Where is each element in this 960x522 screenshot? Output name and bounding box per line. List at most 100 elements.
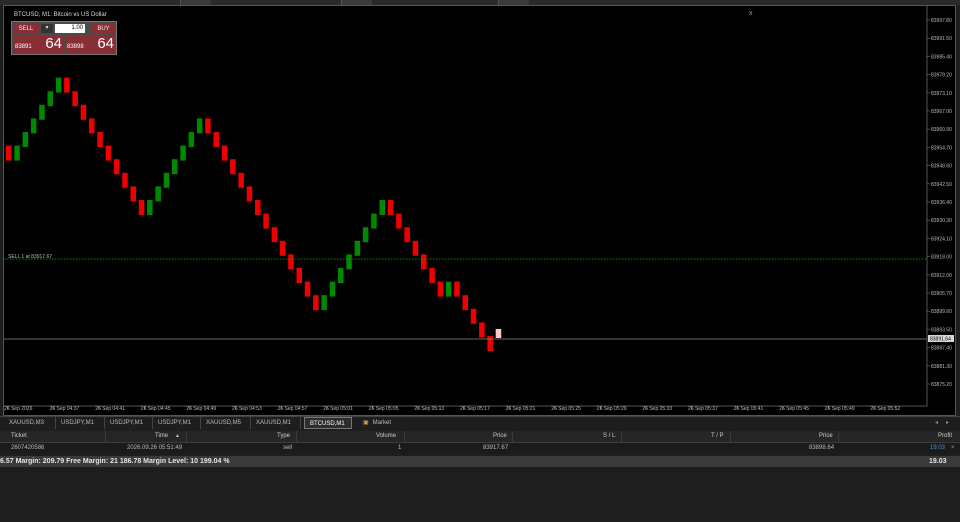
time-tick-label: 26 Sep 04:49 [186, 406, 217, 412]
margin-summary: 6.57 Margin: 209.79 Free Margin: 21 186.… [0, 458, 230, 465]
renko-brick-down [429, 268, 435, 283]
tab-xauusd-m5[interactable]: XAUUSD,M5 [201, 417, 251, 429]
buy-price-button[interactable]: 83898 64 [65, 35, 116, 54]
sell-price-prefix: 83891 [15, 44, 32, 50]
renko-brick-up [14, 145, 20, 161]
table-row[interactable]: 2607420586 2026.09.26 05:51:49 sell 1 83… [0, 443, 960, 454]
sell-price-button[interactable]: 83891 64 [13, 35, 64, 54]
time-tick-label: 26 Sep 05:52 [870, 406, 901, 412]
renko-brick-down [246, 186, 253, 202]
renko-brick-down [421, 254, 427, 270]
col-type[interactable]: Type [277, 431, 290, 442]
renko-brick-up [338, 268, 344, 283]
renko-brick-up [329, 281, 336, 297]
price-tick-label: 83979.20 [931, 73, 952, 79]
price-tick-label: 83985.40 [931, 54, 952, 60]
buy-button[interactable]: BUY [91, 23, 116, 34]
price-tick-label: 83924.10 [931, 236, 952, 242]
renko-brick-down [279, 240, 286, 256]
col-ticket[interactable]: Ticket [11, 431, 27, 442]
sell-order-level-label: SELL 1 at 83917.67 [8, 254, 52, 260]
renko-brick-up [346, 254, 352, 270]
col-take-profit[interactable]: T / P [711, 431, 724, 442]
tab-usdjpy-m1[interactable]: USDJPY,M1 [153, 417, 201, 429]
tab-usdjpy-m1[interactable]: USDJPY,M1 [56, 417, 105, 429]
time-tick-label: 26 Sep 05:05 [368, 406, 399, 412]
renko-brick-up [371, 213, 377, 229]
renko-brick-down [412, 240, 419, 256]
price-tick-label: 83942.50 [931, 182, 952, 188]
price-tick-label: 83967.00 [931, 109, 952, 115]
renko-brick-up [155, 186, 161, 202]
toolbox-trade: Ticket Time ▲ Type Volume Price S / L T … [0, 429, 960, 522]
renko-brick-current [495, 329, 502, 338]
renko-brick-up [47, 91, 53, 107]
renko-brick-down [255, 200, 261, 215]
renko-brick-down [6, 145, 12, 161]
time-tick-label: 26 Sep 04:45 [140, 406, 171, 412]
close-position-icon[interactable]: × [951, 443, 955, 454]
col-stop-loss[interactable]: S / L [603, 431, 615, 442]
price-tick-label: 83912.00 [931, 273, 952, 279]
tab-usdjpy-m1[interactable]: USDJPY,M1 [105, 417, 153, 429]
sort-ascending-icon: ▲ [175, 433, 180, 439]
lot-size-input[interactable]: 1.00 [55, 24, 85, 33]
time-tick-label: 26 Sep 05:33 [642, 406, 673, 412]
renko-brick-down [470, 308, 477, 324]
col-volume[interactable]: Volume [376, 431, 396, 442]
renko-brick-down [230, 159, 236, 175]
renko-brick-down [221, 145, 228, 161]
renko-brick-down [396, 213, 402, 229]
renko-brick-down [263, 213, 269, 229]
close-icon[interactable]: x [749, 10, 753, 17]
buy-price-digits: 64 [97, 35, 114, 52]
col-profit[interactable]: Profit [938, 431, 952, 442]
lot-decrease-icon[interactable]: ▾ [41, 24, 53, 33]
col-time[interactable]: Time [155, 431, 168, 442]
sell-price-digits: 64 [45, 35, 62, 52]
price-tick-label: 83960.90 [931, 127, 952, 133]
renko-brick-down [64, 77, 70, 93]
col-price[interactable]: Price [493, 431, 507, 442]
price-tick-label: 83893.50 [931, 327, 952, 333]
profit-value: 19.03 [930, 445, 946, 451]
chart-canvas[interactable]: 83997.80 83991.50 83985.40 83979.20 83973.10… [4, 6, 957, 417]
tab-market[interactable]: ▣ Market [358, 417, 403, 429]
price-tick-label: 83936.40 [931, 200, 952, 206]
tabs-scroll-left-icon[interactable]: ◂ [935, 417, 938, 429]
renko-brick-down [487, 336, 493, 351]
price-tick-label: 83948.60 [931, 164, 952, 170]
chart-symbol-description: BTCUSD, M1: Bitcoin vs US Dollar [14, 12, 107, 18]
chart-window[interactable]: 83997.80 83991.50 83985.40 83979.20 83973.10… [3, 5, 956, 416]
time-tick-label: 26 Sep 05:21 [505, 406, 536, 412]
positions-header: Ticket Time ▲ Type Volume Price S / L T … [0, 431, 960, 443]
renko-brick-up [172, 159, 178, 175]
price-tick-label: 83973.10 [931, 91, 952, 97]
time-tick-label: 26 Sep 05:25 [551, 406, 581, 412]
tabs-scroll-right-icon[interactable]: ▸ [946, 417, 949, 429]
volume-value: 1 [398, 445, 402, 451]
type-value: sell [283, 445, 293, 451]
time-tick-label: 26 Sep 05:49 [824, 406, 855, 412]
sell-button[interactable]: SELL [13, 23, 39, 34]
renko-brick-up [22, 132, 29, 147]
tab-xauusd-m3[interactable]: XAUUSD,M3 [4, 417, 56, 429]
renko-brick-down [205, 118, 211, 134]
renko-brick-up [55, 77, 62, 93]
time-tick-label: 26 Sep 05:17 [460, 406, 490, 412]
price-tick-label: 83875.20 [931, 382, 952, 388]
renko-brick-down [479, 322, 485, 338]
time-tick-label: 26 Sep 2026 [4, 406, 33, 412]
account-summary-row: 6.57 Margin: 209.79 Free Margin: 21 186.… [0, 456, 960, 467]
renko-brick-up [30, 118, 37, 134]
time-tick-label: 26 Sep 05:41 [733, 406, 764, 412]
time-value: 2026.09.26 05:51:49 [127, 445, 183, 451]
tab-xauusd-m1[interactable]: XAUUSD,M1 [251, 417, 301, 429]
renko-brick-down [80, 104, 87, 120]
tab-btcusd-m1[interactable]: BTCUSD,M1 [304, 417, 352, 429]
col-current-price[interactable]: Price [819, 431, 833, 442]
market-icon: ▣ [363, 420, 369, 426]
time-tick-label: 26 Sep 05:37 [688, 406, 718, 412]
price-tick-label: 83930.30 [931, 218, 952, 224]
price-value: 83917.67 [483, 445, 509, 451]
